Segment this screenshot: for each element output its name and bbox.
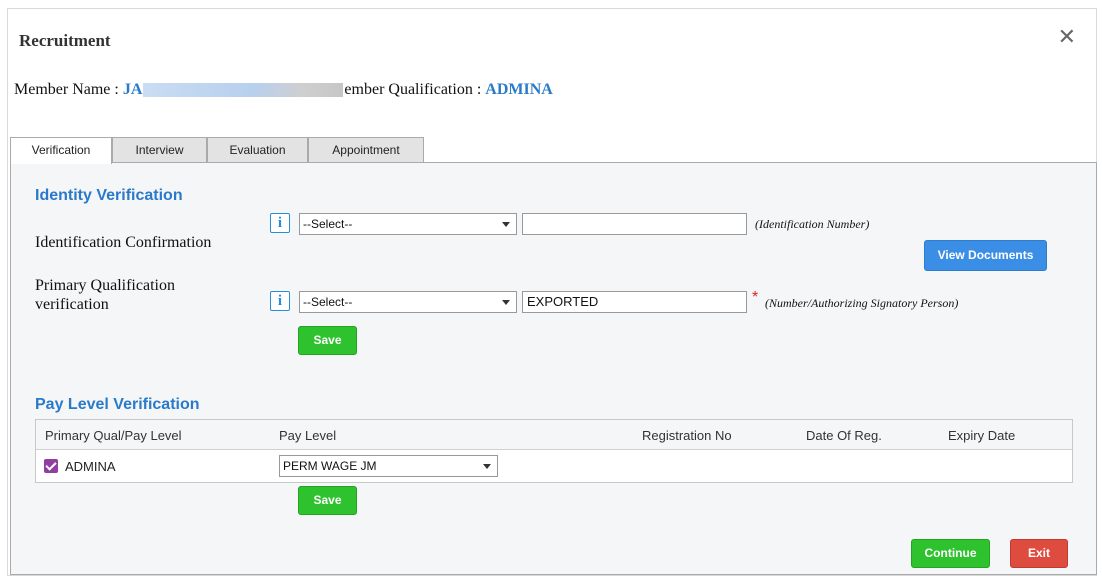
row-checkbox[interactable] [44, 459, 58, 473]
authorizing-signatory-hint: (Number/Authorizing Signatory Person) [765, 296, 959, 310]
identity-verification-title: Identity Verification [35, 187, 183, 204]
row-qualification: ADMINA [65, 459, 116, 474]
column-header: Primary Qual/Pay Level [45, 428, 182, 443]
authorizing-signatory-input[interactable]: EXPORTED [522, 291, 747, 313]
dialog-title: Recruitment [19, 31, 111, 50]
primary-qualification-verification-label: Primary Qualification verification [35, 277, 175, 313]
table-row: ADMINA PERM WAGE JM [36, 450, 1072, 482]
pay-level-verification-title: Pay Level Verification [35, 396, 200, 413]
identity-save-button[interactable]: Save [298, 326, 357, 355]
view-documents-button[interactable]: View Documents [924, 240, 1047, 271]
identification-number-input[interactable] [522, 213, 747, 235]
pay-level-table: Primary Qual/Pay Level Pay Level Registr… [35, 419, 1073, 483]
column-header: Expiry Date [948, 428, 1016, 443]
identification-number-hint: (Identification Number) [755, 217, 870, 231]
continue-button[interactable]: Continue [911, 539, 990, 568]
chevron-down-icon [502, 222, 510, 227]
member-qualification-label: ember Qualification : [344, 81, 482, 98]
tab-evaluation[interactable]: Evaluation [207, 137, 308, 163]
exit-button[interactable]: Exit [1010, 539, 1068, 568]
column-header: Pay Level [279, 428, 337, 443]
tab-verification[interactable]: Verification [10, 137, 112, 164]
chevron-down-icon [483, 464, 491, 469]
qualification-verification-select[interactable]: --Select-- [299, 291, 517, 313]
verification-panel: Identity Verification Identification Con… [10, 162, 1097, 575]
identification-type-select[interactable]: --Select-- [299, 213, 517, 235]
member-name-value: JA [122, 81, 143, 98]
pay-level-save-button[interactable]: Save [298, 486, 357, 515]
pay-level-table-header: Primary Qual/Pay Level Pay Level Registr… [36, 420, 1072, 450]
info-icon[interactable]: i [270, 213, 290, 233]
qualification-verification-select-value: --Select-- [303, 295, 353, 309]
member-qualification-value: ADMINA [485, 81, 553, 98]
recruitment-dialog: Recruitment ✕ Member Name : JA ember Qual… [7, 8, 1097, 576]
tab-appointment[interactable]: Appointment [308, 137, 424, 163]
identification-type-select-value: --Select-- [303, 217, 353, 231]
chevron-down-icon [502, 300, 510, 305]
member-name-label: Member Name : [14, 81, 119, 98]
member-info-line: Member Name : JA ember Qualification : AD… [14, 81, 553, 99]
pay-level-select[interactable]: PERM WAGE JM [279, 455, 498, 477]
column-header: Registration No [642, 428, 732, 443]
info-icon[interactable]: i [270, 291, 290, 311]
column-header: Date Of Reg. [806, 428, 882, 443]
required-asterisk: * [752, 289, 759, 306]
redaction-bar [143, 83, 344, 98]
close-icon[interactable]: ✕ [1058, 27, 1076, 49]
pay-level-select-value: PERM WAGE JM [283, 459, 377, 473]
identification-confirmation-label: Identification Confirmation [35, 234, 212, 251]
tab-interview[interactable]: Interview [112, 137, 207, 163]
